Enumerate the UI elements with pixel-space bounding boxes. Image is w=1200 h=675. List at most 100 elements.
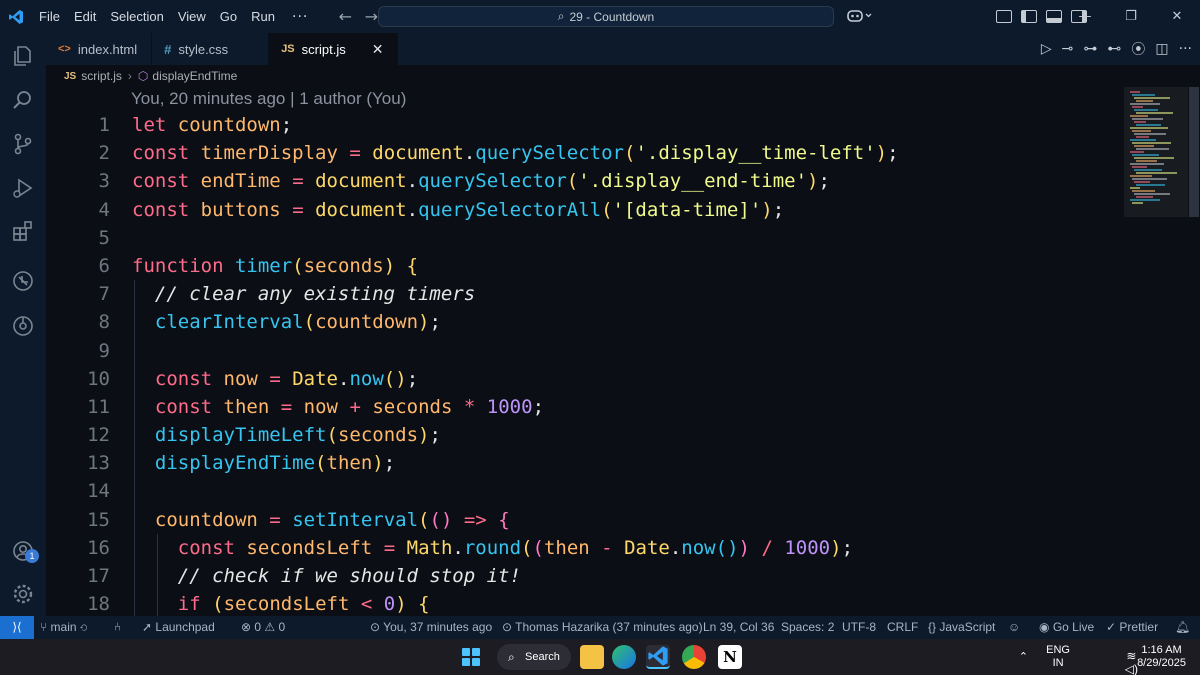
- launchpad-status[interactable]: ➚ Launchpad: [142, 616, 215, 639]
- line-number: 3: [98, 170, 110, 193]
- code-content[interactable]: let countdown; const timerDisplay = docum…: [132, 111, 1122, 616]
- code-line[interactable]: const endTime = document.querySelector('…: [132, 167, 1122, 195]
- windows-taskbar: ⌕ Search N ⌃ ENGIN ≋ ◁) ▭ 1:16 AM8/29/20…: [0, 639, 1200, 675]
- close-tab-icon[interactable]: ✕: [372, 41, 384, 58]
- run-debug-icon[interactable]: [10, 175, 36, 201]
- git-graph-icon[interactable]: ⑃: [114, 616, 121, 639]
- code-line[interactable]: [132, 477, 1122, 505]
- breadcrumb-file[interactable]: script.js: [81, 69, 122, 83]
- minimap-line: [1130, 163, 1164, 165]
- minimap-line: [1136, 124, 1161, 126]
- menu-edit[interactable]: Edit: [67, 0, 103, 33]
- menu-view[interactable]: View: [171, 0, 213, 33]
- minimap[interactable]: [1124, 87, 1188, 616]
- code-line[interactable]: const timerDisplay = document.querySelec…: [132, 139, 1122, 167]
- back-arrow-icon[interactable]: ←: [332, 7, 358, 26]
- tab-label: index.html: [77, 41, 138, 57]
- file-explorer-icon[interactable]: [580, 645, 604, 669]
- menu-go[interactable]: Go: [213, 0, 244, 33]
- encoding-status[interactable]: UTF-8: [842, 616, 876, 639]
- code-line[interactable]: const buttons = document.querySelectorAl…: [132, 196, 1122, 224]
- notifications-bell-icon[interactable]: 🔔︎: [1175, 616, 1190, 639]
- go-live-button[interactable]: ◉ Go Live: [1039, 616, 1094, 639]
- edge-browser-icon[interactable]: [612, 645, 636, 669]
- breadcrumb-symbol[interactable]: displayEndTime: [152, 69, 237, 83]
- minimap-line: [1132, 130, 1151, 132]
- menu-selection[interactable]: Selection: [103, 0, 170, 33]
- line-number: 12: [87, 424, 110, 447]
- source-control-icon[interactable]: [10, 131, 36, 157]
- manage-gear-icon[interactable]: [10, 581, 36, 607]
- remote-explorer-icon[interactable]: [10, 268, 36, 294]
- windows-start-icon[interactable]: [462, 648, 480, 666]
- menu-run[interactable]: Run: [244, 0, 282, 33]
- code-line[interactable]: let countdown;: [132, 111, 1122, 139]
- eol-status[interactable]: CRLF: [887, 616, 918, 639]
- code-line[interactable]: clearInterval(countdown);: [132, 308, 1122, 336]
- language-indicator[interactable]: ENG IN: [1046, 644, 1070, 670]
- line-number: 18: [87, 593, 110, 616]
- git-branch-icon: ⑂: [40, 620, 51, 634]
- split-editor-icon[interactable]: ◫: [1155, 41, 1168, 57]
- scrollbar-thumb[interactable]: [1189, 87, 1199, 217]
- customize-layout-icon[interactable]: [996, 10, 1012, 23]
- extensions-icon[interactable]: [10, 219, 36, 245]
- search-sidebar-icon[interactable]: [10, 87, 36, 113]
- chrome-browser-icon[interactable]: [682, 645, 706, 669]
- next-change-icon[interactable]: ⊷: [1107, 41, 1121, 57]
- run-file-icon[interactable]: ▷: [1041, 41, 1052, 57]
- code-line[interactable]: [132, 337, 1122, 365]
- code-editor[interactable]: You, 20 minutes ago | 1 author (You) 12 3…: [46, 87, 1124, 616]
- file-blame-status[interactable]: ⊙ Thomas Hazarika (37 minutes ago): [502, 616, 703, 639]
- code-line[interactable]: if (secondsLeft < 0) {: [132, 590, 1122, 616]
- copilot-status-icon[interactable]: ☺: [1008, 616, 1020, 639]
- indentation-status[interactable]: Spaces: 2: [781, 616, 834, 639]
- toggle-panel-icon[interactable]: [1046, 10, 1062, 23]
- code-line[interactable]: const now = Date.now();: [132, 365, 1122, 393]
- copilot-icon[interactable]: [846, 7, 872, 27]
- minimize-icon[interactable]: —: [1062, 9, 1108, 24]
- tab-index-html[interactable]: <> index.html: [46, 33, 153, 65]
- taskbar-search[interactable]: ⌕ Search: [497, 644, 571, 670]
- minimap-line: [1130, 175, 1152, 177]
- problems-status[interactable]: ⊗ 0 ⚠ 0: [241, 616, 285, 639]
- previous-change-icon[interactable]: ⊶: [1083, 41, 1097, 57]
- code-line[interactable]: displayTimeLeft(seconds);: [132, 421, 1122, 449]
- show-hidden-icons-icon[interactable]: ⌃: [1019, 651, 1028, 664]
- code-line[interactable]: function timer(seconds) {: [132, 252, 1122, 280]
- clock[interactable]: 1:16 AM 8/29/2025: [1137, 644, 1186, 670]
- prettier-status[interactable]: ✓ Prettier: [1106, 616, 1158, 639]
- line-number: 6: [98, 254, 110, 277]
- code-line[interactable]: displayEndTime(then);: [132, 449, 1122, 477]
- code-line[interactable]: // clear any existing timers: [132, 280, 1122, 308]
- wifi-volume-battery-icon[interactable]: ≋ ◁) ▭: [1125, 650, 1138, 675]
- gitlens-inspect-icon[interactable]: ⦿: [1131, 39, 1145, 59]
- branch-status[interactable]: ⑂ main ⟲: [40, 616, 87, 639]
- command-center[interactable]: ⌕ 29 - Countdown: [378, 6, 834, 27]
- close-window-icon[interactable]: ✕: [1154, 9, 1200, 24]
- code-line[interactable]: countdown = setInterval(() => {: [132, 506, 1122, 534]
- menu-file[interactable]: File: [32, 0, 67, 33]
- remote-indicator-icon[interactable]: ⟩⟨: [0, 616, 34, 639]
- code-line[interactable]: [132, 224, 1122, 252]
- more-actions-icon[interactable]: ···: [1179, 41, 1192, 57]
- code-line[interactable]: // check if we should stop it!: [132, 562, 1122, 590]
- tab-script-js[interactable]: JS script.js ✕: [269, 33, 399, 65]
- cursor-position[interactable]: Ln 39, Col 36: [703, 616, 774, 639]
- vertical-scrollbar[interactable]: [1188, 87, 1200, 616]
- current-line-blame[interactable]: ⊙ You, 37 minutes ago: [370, 616, 492, 639]
- commit-icon: ⊙: [502, 620, 516, 634]
- code-line[interactable]: const then = now + seconds * 1000;: [132, 393, 1122, 421]
- gitlens-icon[interactable]: [10, 313, 36, 339]
- tab-style-css[interactable]: # style.css: [152, 33, 270, 65]
- vscode-taskbar-icon[interactable]: [646, 645, 670, 669]
- notion-app-icon[interactable]: N: [718, 645, 742, 669]
- toggle-primary-sidebar-icon[interactable]: [1021, 10, 1037, 23]
- compare-changes-icon[interactable]: ⊸: [1062, 41, 1074, 57]
- code-line[interactable]: const secondsLeft = Math.round((then - D…: [132, 534, 1122, 562]
- explorer-icon[interactable]: [10, 43, 36, 69]
- restore-icon[interactable]: ❐: [1108, 9, 1154, 24]
- language-mode[interactable]: {} JavaScript: [928, 616, 995, 639]
- blame-codelens[interactable]: You, 20 minutes ago | 1 author (You): [131, 89, 406, 109]
- menu-more-button[interactable]: ···: [282, 9, 318, 25]
